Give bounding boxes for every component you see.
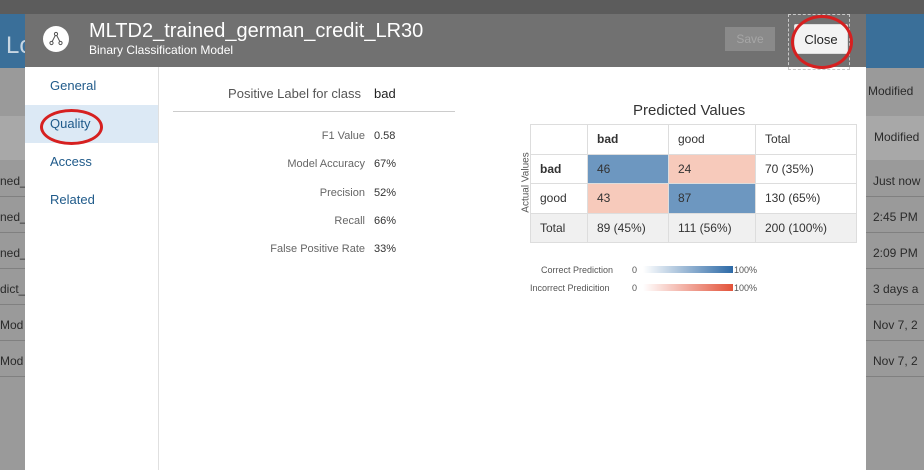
nav-item-general[interactable]: General	[25, 67, 158, 105]
metric-value: 33%	[374, 243, 397, 255]
matrix-cell-correct: 87	[668, 183, 756, 214]
metric-label: Precision	[319, 187, 365, 199]
legend-min: 0	[632, 283, 638, 293]
background-sort-dropdown[interactable]: Modified	[868, 84, 924, 98]
matrix-corner-cell	[530, 124, 588, 155]
background-table-header-left	[0, 116, 26, 160]
row-header: good	[530, 183, 588, 214]
column-total-cell: 111 (56%)	[668, 212, 756, 243]
save-button[interactable]: Save	[725, 27, 775, 51]
metric-value: 52%	[374, 187, 397, 199]
background-table-header-right: Modified	[866, 116, 924, 160]
background-row-name[interactable]: dict_	[0, 282, 26, 296]
row-header: bad	[530, 153, 588, 184]
metric-value: 0.58	[374, 130, 396, 142]
confusion-matrix-row: good 43 87 130 (65%)	[530, 183, 857, 214]
background-row-name[interactable]: ned_	[0, 210, 26, 224]
nav-item-label: Related	[50, 192, 95, 207]
dialog-subtitle: Binary Classification Model	[89, 43, 234, 57]
background-row-name[interactable]: Mod	[0, 354, 26, 368]
column-header: good	[668, 124, 756, 155]
background-top-strip	[0, 0, 924, 14]
dialog-header: MLTD2_trained_german_credit_LR30 Binary …	[25, 14, 866, 70]
model-icon	[43, 26, 69, 52]
positive-label-title: Positive Label for class	[228, 86, 361, 101]
row-total-cell: 130 (65%)	[755, 183, 857, 214]
predicted-values-panel: Predicted Values Actual Values bad good …	[508, 94, 860, 314]
metric-value: 66%	[374, 215, 397, 227]
metric-label: F1 Value	[321, 130, 365, 142]
background-row-modified: Nov 7, 2	[873, 354, 918, 368]
highlight-circle	[791, 15, 853, 69]
legend-label: Correct Prediction	[541, 265, 614, 275]
predicted-values-title: Predicted Values	[633, 102, 746, 119]
background-row-name[interactable]: Mod	[0, 318, 26, 332]
background-row-name[interactable]: ned_	[0, 174, 26, 188]
confusion-matrix-row: bad 46 24 70 (35%)	[530, 153, 857, 184]
nav-item-access[interactable]: Access	[25, 143, 158, 181]
legend-gradient-incorrect	[643, 284, 733, 291]
background-column-modified[interactable]: Modified	[874, 130, 919, 144]
legend-min: 0	[632, 265, 638, 275]
legend-label: Incorrect Predicition	[530, 283, 610, 293]
grand-total-cell: 200 (100%)	[755, 212, 857, 243]
metric-label: False Positive Rate	[270, 243, 365, 255]
column-header: Total	[755, 124, 857, 155]
nav-item-label: Access	[50, 154, 92, 169]
column-total-cell: 89 (45%)	[587, 212, 669, 243]
nav-item-related[interactable]: Related	[25, 181, 158, 219]
background-row-modified: 2:09 PM	[873, 246, 918, 260]
confusion-matrix-header-row: bad good Total	[530, 124, 857, 155]
model-details-dialog: MLTD2_trained_german_credit_LR30 Binary …	[25, 14, 866, 470]
background-row-modified: Nov 7, 2	[873, 318, 918, 332]
background-row-modified: Just now	[873, 174, 921, 188]
confusion-matrix-total-row: Total 89 (45%) 111 (56%) 200 (100%)	[530, 212, 857, 243]
row-total-cell: 70 (35%)	[755, 153, 857, 184]
dialog-sidebar-nav: General Quality Access Related	[25, 67, 159, 470]
matrix-cell-incorrect: 43	[587, 183, 669, 214]
metric-value: 67%	[374, 158, 397, 170]
matrix-cell-incorrect: 24	[668, 153, 756, 184]
column-header: bad	[587, 124, 669, 155]
nav-item-label: General	[50, 78, 97, 93]
metric-label: Model Accuracy	[287, 158, 365, 170]
positive-label-row: Positive Label for class bad	[173, 82, 455, 112]
background-row-modified: 2:45 PM	[873, 210, 918, 224]
background-row-name[interactable]: ned_	[0, 246, 26, 260]
metric-label: Recall	[334, 215, 365, 227]
legend-max: 100%	[734, 265, 758, 275]
highlight-circle	[40, 109, 103, 145]
positive-label-value: bad	[374, 86, 396, 101]
legend-max: 100%	[734, 283, 758, 293]
row-header: Total	[530, 212, 588, 243]
dialog-title: MLTD2_trained_german_credit_LR30	[89, 20, 424, 42]
legend-gradient-correct	[643, 266, 733, 273]
confusion-matrix: bad good Total bad 46 24 70 (35%) good 4…	[530, 124, 857, 243]
background-row-modified: 3 days a	[873, 282, 919, 296]
matrix-cell-correct: 46	[587, 153, 669, 184]
